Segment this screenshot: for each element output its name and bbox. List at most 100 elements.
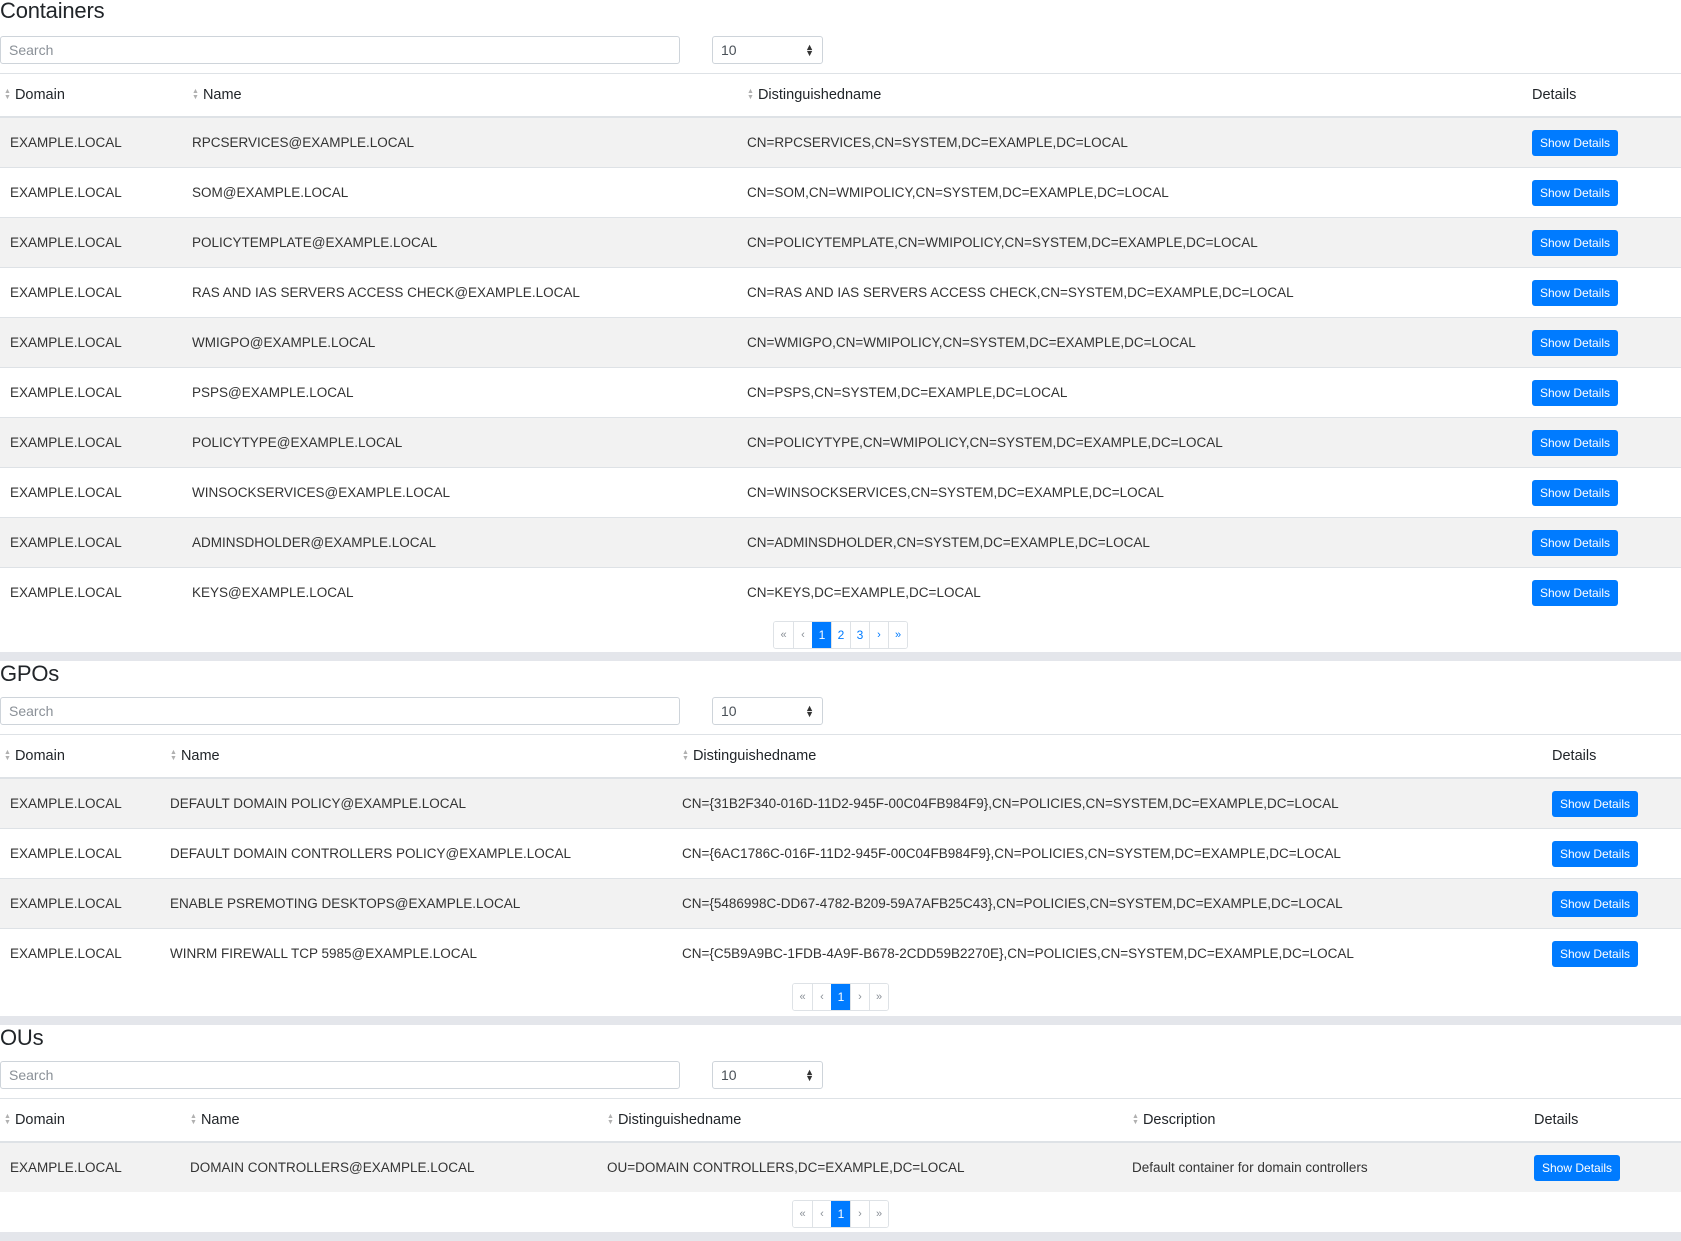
column-header-distinguishedname[interactable]: ▲ ▼ Distinguishedname bbox=[672, 734, 1542, 779]
cell-dn: CN=POLICYTYPE,CN=WMIPOLICY,CN=SYSTEM,DC=… bbox=[737, 417, 1522, 468]
search-input[interactable] bbox=[0, 697, 680, 725]
prev-page-button[interactable]: ‹ bbox=[812, 984, 831, 1010]
cell-domain: EXAMPLE.LOCAL bbox=[0, 928, 160, 978]
cell-name: POLICYTEMPLATE@EXAMPLE.LOCAL bbox=[182, 217, 737, 268]
cell-domain: EXAMPLE.LOCAL bbox=[0, 878, 160, 929]
show-details-button[interactable]: Show Details bbox=[1532, 429, 1619, 456]
cell-dn: CN=ADMINSDHOLDER,CN=SYSTEM,DC=EXAMPLE,DC… bbox=[737, 517, 1522, 568]
column-header-name[interactable]: ▲ ▼ Name bbox=[180, 1098, 597, 1143]
first-page-button[interactable]: « bbox=[774, 622, 793, 648]
column-header-distinguishedname[interactable]: ▲ ▼ Distinguishedname bbox=[597, 1098, 1122, 1143]
cell-dn: CN=POLICYTEMPLATE,CN=WMIPOLICY,CN=SYSTEM… bbox=[737, 217, 1522, 268]
show-details-button[interactable]: Show Details bbox=[1532, 179, 1619, 206]
cell-domain: EXAMPLE.LOCAL bbox=[0, 167, 182, 218]
show-details-button[interactable]: Show Details bbox=[1532, 329, 1619, 356]
show-details-button[interactable]: Show Details bbox=[1532, 279, 1619, 306]
cell-name: POLICYTYPE@EXAMPLE.LOCAL bbox=[182, 417, 737, 468]
page-button[interactable]: 3 bbox=[850, 622, 869, 648]
show-details-button[interactable]: Show Details bbox=[1532, 229, 1619, 256]
table-row: EXAMPLE.LOCAL WMIGPO@EXAMPLE.LOCAL CN=WMIG… bbox=[0, 317, 1681, 368]
cell-name: ENABLE PSREMOTING DESKTOPS@EXAMPLE.LOCAL bbox=[160, 878, 672, 929]
prev-page-button[interactable]: ‹ bbox=[812, 1201, 831, 1227]
cell-name: DEFAULT DOMAIN CONTROLLERS POLICY@EXAMPL… bbox=[160, 828, 672, 879]
show-details-button[interactable]: Show Details bbox=[1532, 579, 1619, 606]
first-page-button[interactable]: « bbox=[793, 1201, 812, 1227]
show-details-button[interactable]: Show Details bbox=[1534, 1154, 1621, 1181]
column-header-domain[interactable]: ▲ ▼ Domain bbox=[0, 73, 182, 118]
table-row: EXAMPLE.LOCAL SOM@EXAMPLE.LOCAL CN=SOM,CN=… bbox=[0, 167, 1681, 218]
show-details-button[interactable]: Show Details bbox=[1532, 529, 1619, 556]
sort-icon: ▲ ▼ bbox=[4, 88, 11, 102]
cell-domain: EXAMPLE.LOCAL bbox=[0, 267, 182, 318]
search-input[interactable] bbox=[0, 36, 680, 64]
sort-icon: ▲ ▼ bbox=[190, 1113, 197, 1127]
page-button[interactable]: 1 bbox=[831, 1201, 850, 1227]
page-size-select[interactable]: 10 ▲ ▼ bbox=[712, 697, 823, 725]
search-input[interactable] bbox=[0, 1061, 680, 1089]
column-header-name[interactable]: ▲ ▼ Name bbox=[182, 73, 737, 118]
column-header-description[interactable]: ▲ ▼ Description bbox=[1122, 1098, 1524, 1143]
sort-icon: ▲ ▼ bbox=[4, 1113, 11, 1127]
ous-section: OUs 10 ▲▼ ▲▼Domain ▲▼Name ▲▼Distinguishe… bbox=[0, 1025, 1681, 1232]
page-button[interactable]: 2 bbox=[831, 622, 850, 648]
column-header-details: Details bbox=[1542, 734, 1681, 779]
table-row: EXAMPLE.LOCAL ENABLE PSREMOTING DESKTOPS@… bbox=[0, 878, 1681, 929]
cell-details: Show Details bbox=[1522, 417, 1681, 468]
cell-dn: CN=WMIGPO,CN=WMIPOLICY,CN=SYSTEM,DC=EXAM… bbox=[737, 317, 1522, 368]
cell-dn: CN={31B2F340-016D-11D2-945F-00C04FB984F9… bbox=[672, 778, 1542, 829]
select-arrows-icon: ▲ ▼ bbox=[805, 1067, 814, 1083]
show-details-button[interactable]: Show Details bbox=[1552, 940, 1639, 967]
show-details-button[interactable]: Show Details bbox=[1552, 790, 1639, 817]
table-row: EXAMPLE.LOCAL DEFAULT DOMAIN POLICY@EXAMP… bbox=[0, 778, 1681, 829]
page-size-select[interactable]: 10 ▲ ▼ bbox=[712, 36, 823, 64]
prev-page-button[interactable]: ‹ bbox=[793, 622, 812, 648]
cell-domain: EXAMPLE.LOCAL bbox=[0, 567, 182, 617]
cell-details: Show Details bbox=[1522, 567, 1681, 617]
last-page-button[interactable]: » bbox=[869, 984, 888, 1010]
cell-description: Default container for domain controllers bbox=[1122, 1142, 1524, 1192]
page-button[interactable]: 1 bbox=[812, 622, 831, 648]
sort-icon: ▲ ▼ bbox=[682, 749, 689, 763]
column-header-domain[interactable]: ▲ ▼ Domain bbox=[0, 1098, 180, 1143]
pagination-wrapper: «‹ 1 2 3 ›» bbox=[0, 617, 1681, 653]
sort-icon: ▲ ▼ bbox=[170, 749, 177, 763]
cell-domain: EXAMPLE.LOCAL bbox=[0, 828, 160, 879]
cell-details: Show Details bbox=[1522, 517, 1681, 568]
show-details-button[interactable]: Show Details bbox=[1532, 129, 1619, 156]
table-controls: 10 ▲▼ bbox=[0, 34, 1681, 66]
ous-table: ▲ ▼ Domain ▲ ▼ Name ▲ ▼ Distinguishedname ▲ ▼ De… bbox=[0, 1098, 1681, 1192]
gpos-section: GPOs 10 ▲▼ ▲▼Domain ▲▼Name ▲▼Distinguish… bbox=[0, 661, 1681, 1016]
cell-dn: CN=RPCSERVICES,CN=SYSTEM,DC=EXAMPLE,DC=L… bbox=[737, 117, 1522, 168]
containers-table: ▲ ▼ Domain ▲ ▼ Name ▲ ▼ Distinguishedname Deta… bbox=[0, 73, 1681, 617]
table-controls: 10 ▲▼ bbox=[0, 1059, 1681, 1091]
next-page-button[interactable]: › bbox=[850, 984, 869, 1010]
cell-details: Show Details bbox=[1522, 467, 1681, 518]
show-details-button[interactable]: Show Details bbox=[1552, 890, 1639, 917]
page-size-select[interactable]: 10 ▲ ▼ bbox=[712, 1061, 823, 1089]
column-header-distinguishedname[interactable]: ▲ ▼ Distinguishedname bbox=[737, 73, 1522, 118]
column-header-details: Details bbox=[1522, 73, 1681, 118]
table-header-row: ▲ ▼ Domain ▲ ▼ Name ▲ ▼ Distinguishedname ▲ ▼ De… bbox=[0, 1098, 1681, 1143]
select-arrows-icon: ▲ ▼ bbox=[805, 703, 814, 719]
first-page-button[interactable]: « bbox=[793, 984, 812, 1010]
column-header-domain[interactable]: ▲ ▼ Domain bbox=[0, 734, 160, 779]
cell-details: Show Details bbox=[1524, 1142, 1681, 1192]
next-page-button[interactable]: › bbox=[869, 622, 888, 648]
next-page-button[interactable]: › bbox=[850, 1201, 869, 1227]
cell-dn: CN={6AC1786C-016F-11D2-945F-00C04FB984F9… bbox=[672, 828, 1542, 879]
show-details-button[interactable]: Show Details bbox=[1532, 479, 1619, 506]
cell-dn: CN=WINSOCKSERVICES,CN=SYSTEM,DC=EXAMPLE,… bbox=[737, 467, 1522, 518]
table-row: EXAMPLE.LOCAL DEFAULT DOMAIN CONTROLLERS … bbox=[0, 828, 1681, 879]
cell-name: WINRM FIREWALL TCP 5985@EXAMPLE.LOCAL bbox=[160, 928, 672, 978]
page-button[interactable]: 1 bbox=[831, 984, 850, 1010]
sort-icon: ▲ ▼ bbox=[192, 88, 199, 102]
pagination-wrapper: «‹ 1 ›» bbox=[0, 1192, 1681, 1236]
show-details-button[interactable]: Show Details bbox=[1552, 840, 1639, 867]
sort-icon: ▲ ▼ bbox=[1132, 1113, 1139, 1127]
last-page-button[interactable]: » bbox=[888, 622, 907, 648]
last-page-button[interactable]: » bbox=[869, 1201, 888, 1227]
section-divider bbox=[0, 1016, 1681, 1025]
column-header-name[interactable]: ▲ ▼ Name bbox=[160, 734, 672, 779]
cell-details: Show Details bbox=[1542, 878, 1681, 929]
show-details-button[interactable]: Show Details bbox=[1532, 379, 1619, 406]
